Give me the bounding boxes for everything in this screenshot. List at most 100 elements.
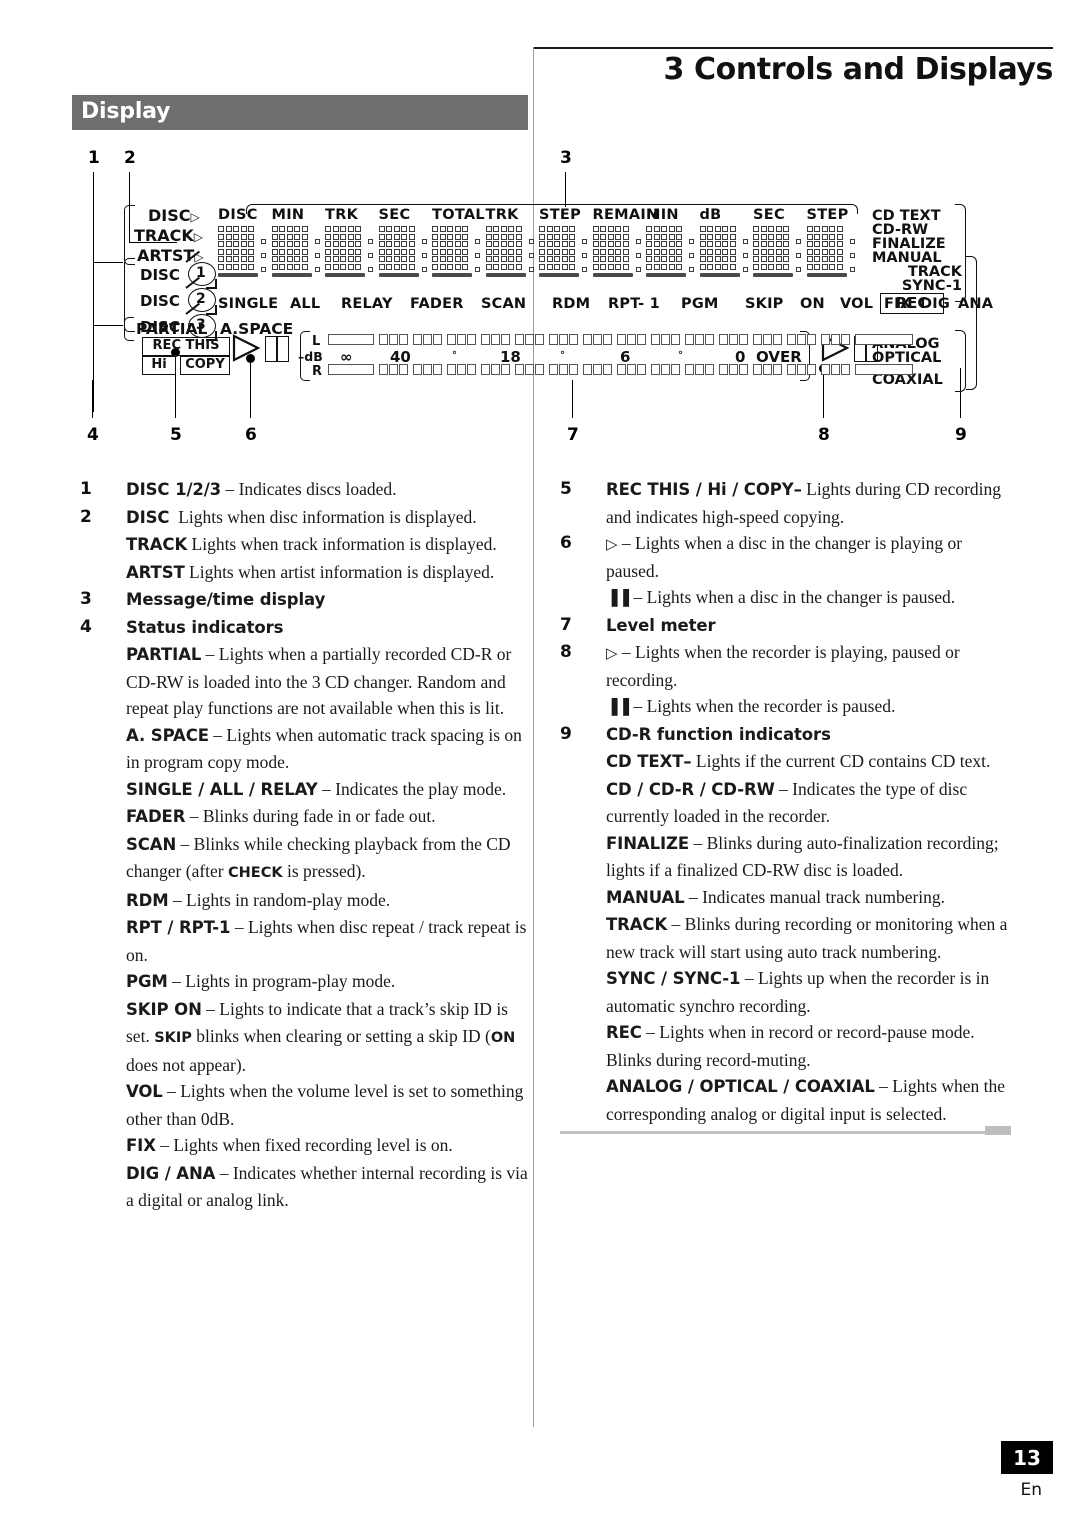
meter-right-segment [661,364,670,375]
meter-right-segment [821,364,830,375]
segment-header: STEP [806,207,849,223]
indicator-track: TRACK▷ [134,226,203,245]
item-text: PGM – Lights in program-play mode. [126,971,396,991]
meter-left-segment [467,334,476,345]
meter-right-segment [491,364,500,375]
item-text: VOL – Lights when the volume level is se… [126,1081,524,1129]
item-text: FINALIZE – Blinks during auto-finalizati… [606,832,999,881]
list-item: 1 DISC 1/2/3 – Indicates discs loaded. [80,476,528,504]
item-number: 5 [560,479,572,499]
meter-right-segment [535,364,544,375]
dot-matrix-dots [261,239,266,281]
callout-leader [93,262,123,263]
dot-matrix-character [325,226,373,277]
header-rule [533,47,1053,49]
meter-scale-value: 40 [390,348,411,366]
right-text-column: 5 REC THIS / Hi / COPY– Lights during CD … [560,476,1008,1127]
callout-number: 8 [818,425,830,445]
callout-number: 4 [87,425,99,445]
indicator-partial: PARTIAL [136,320,208,338]
play-icon [232,334,261,362]
item-text: DISC 1/2/3 – Indicates discs loaded. [126,479,397,499]
meter-right-segment [841,364,850,375]
mode-indicator: SCAN [481,296,527,312]
dot-matrix-character [753,226,801,277]
item-text: ANALOG / OPTICAL / COAXIAL – Lights when… [606,1076,1006,1124]
meter-right-segment [831,364,840,375]
meter-left-segment [807,334,816,345]
bracket-cdr-function [966,256,977,390]
meter-left-start [328,334,374,345]
meter-left-segment [627,334,636,345]
item-number: 7 [560,614,572,635]
meter-left-segment [549,334,558,345]
item-text: SYNC / SYNC-1 – Lights up when the recor… [606,968,990,1016]
meter-right-segment [637,364,646,375]
meter-left-segment [773,334,782,345]
callout-number: 1 [88,148,100,168]
dot-matrix-character [485,226,534,277]
list-item: 7 Level meter [560,612,1008,640]
callout-leader [93,325,123,326]
meter-left-over [855,334,913,345]
dot-matrix-dots [475,239,480,281]
dot-matrix-character [806,226,855,277]
list-item: 5 REC THIS / Hi / COPY– Lights during CD … [560,476,1008,530]
meter-left-segment [569,334,578,345]
meter-right-segment [525,364,534,375]
dot-matrix-dots [421,239,427,281]
meter-left-segment [661,334,670,345]
meter-right-segment [719,364,728,375]
meter-scale-value: ° [560,350,565,361]
meter-right-segment [413,364,422,375]
item-text: ▷ – Lights when the recorder is playing,… [606,642,960,690]
indicator-rec: REC [880,293,944,314]
item-text: SINGLE / ALL / RELAY – Indicates the pla… [126,778,507,799]
mode-indicator: RPT- 1 [608,296,660,312]
item-text: ▐▐ – Lights when the recorder is paused. [606,696,896,716]
meter-left-segment [515,334,524,345]
mode-indicator: RDM [552,296,591,312]
mode-indicator: ALL [290,296,321,312]
disc-corner [206,279,217,289]
meter-left-segment [671,334,680,345]
meter-left-segment [719,334,728,345]
meter-left-segment [821,334,830,345]
bracket-info-indicators [124,205,135,265]
meter-right-segment [705,364,714,375]
meter-left-segment [413,334,422,345]
mode-indicator: PGM [681,296,719,312]
list-item: 8 ▷ – Lights when the recorder is playing… [560,639,1008,693]
meter-left-segment [705,334,714,345]
meter-scale-value: ° [678,350,683,361]
meter-left-segment [457,334,466,345]
indicator-disc1: DISC [140,266,180,284]
dot-matrix-character [218,226,266,277]
meter-left-segment [763,334,772,345]
meter-left-segment [399,334,408,345]
list-item: 6 ▷ – Lights when a disc in the changer i… [560,530,1008,584]
meter-left-segment [651,334,660,345]
item-text: DISC Lights when disc information is dis… [126,506,477,527]
item-number: 3 [80,589,92,609]
meter-left-segment [841,334,850,345]
dot-matrix-dots [635,239,641,281]
list-item: 4 Status indicators [80,614,528,642]
item-text: DIG / ANA – Indicates whether internal r… [126,1162,528,1211]
meter-right-segment [379,364,388,375]
segment-header: TRK [325,207,359,223]
list-item: 9 CD-R function indicators [560,721,1008,749]
callout-number: 7 [567,425,579,445]
dot-matrix-dots [582,239,587,281]
mode-indicator: ON [800,296,825,312]
bracket-input [955,330,966,392]
item-number: 9 [560,723,572,744]
dot-matrix-character [699,226,748,277]
meter-right-segment [559,364,568,375]
meter-left-segment [695,334,704,345]
callout-leader [92,380,93,418]
meter-right-segment [593,364,602,375]
meter-right-segment [467,364,476,375]
meter-left-segment [729,334,738,345]
item-text: SCAN – Blinks while checking playback fr… [126,833,511,882]
